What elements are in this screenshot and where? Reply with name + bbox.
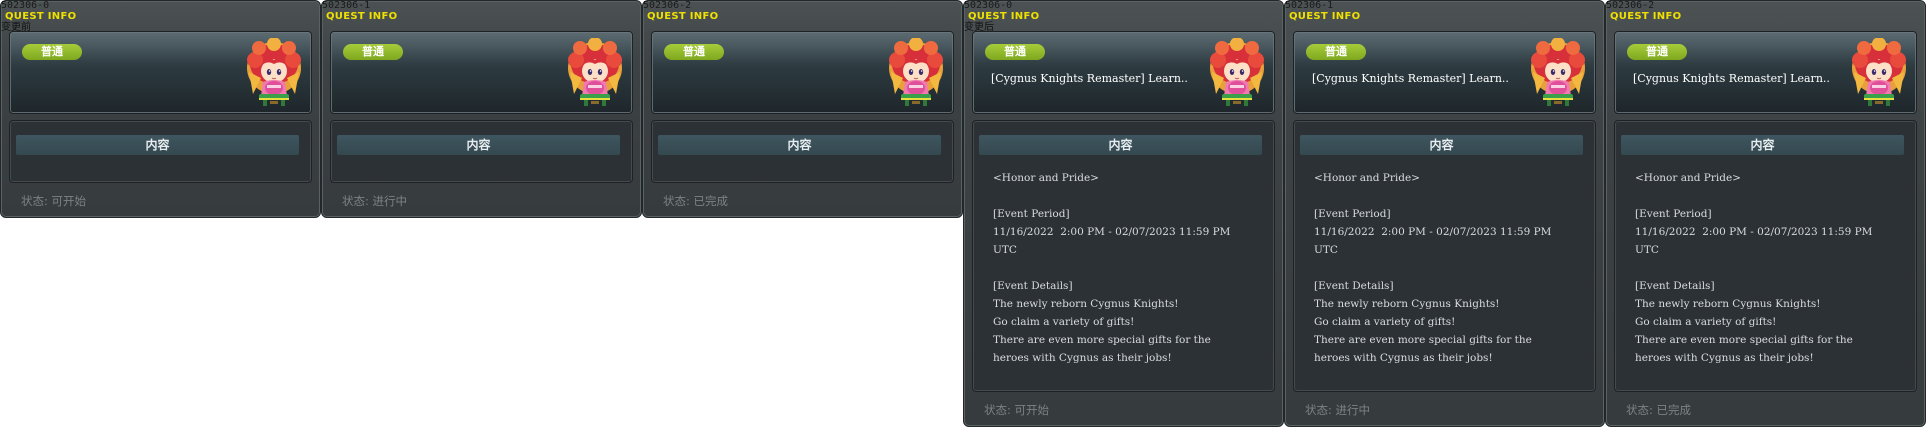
quest-header: 普通 [Cygnus Knights Remaster] Learn.. [972, 31, 1275, 114]
quest-status: 状态: 已完成 [1626, 402, 1691, 418]
npc-portrait-icon [887, 37, 945, 110]
content-section: 内容 [330, 120, 633, 183]
content-tab[interactable]: 内容 [1300, 135, 1583, 155]
content-section: 内容 <Honor and Pride> [Event Period] 11/1… [1293, 120, 1596, 392]
quest-id: 502306-2 [643, 0, 692, 11]
quest-status: 状态: 已完成 [663, 193, 728, 209]
quest-name: [Cygnus Knights Remaster] Learn.. [1312, 72, 1509, 85]
npc-portrait-icon [1208, 37, 1266, 110]
quest-status: 状态: 可开始 [984, 402, 1049, 418]
status-label: 状态: [663, 194, 690, 208]
quest-header: 普通 [Cygnus Knights Remaster] Learn.. [1614, 31, 1917, 114]
content-tab[interactable]: 内容 [337, 135, 620, 155]
quest-info-panel: 502306-0 QUEST INFO 变更后 普通 [Cygnus Knigh… [963, 0, 1284, 427]
status-value: 可开始 [51, 194, 87, 208]
difficulty-badge: 普通 [664, 44, 724, 60]
content-tab[interactable]: 内容 [16, 135, 299, 155]
difficulty-badge: 普通 [985, 44, 1045, 60]
quest-info-panel: 502306-2 QUEST INFO 普通 [Cygnus Knights R… [1605, 0, 1926, 427]
panel-title: QUEST INFO [1610, 11, 1682, 22]
npc-portrait-icon [1529, 37, 1587, 110]
quest-id: 502306-1 [322, 0, 371, 11]
status-label: 状态: [21, 194, 48, 208]
status-label: 状态: [342, 194, 369, 208]
status-value: 已完成 [693, 194, 729, 208]
quest-id: 502306-1 [1285, 0, 1334, 11]
panel-title: QUEST INFO [647, 11, 719, 22]
quest-status: 状态: 进行中 [342, 193, 407, 209]
content-tab[interactable]: 内容 [979, 135, 1262, 155]
content-section: 内容 [9, 120, 312, 183]
quest-id: 502306-0 [1, 0, 50, 11]
panel-title: QUEST INFO [1289, 11, 1361, 22]
difficulty-badge: 普通 [1306, 44, 1366, 60]
difficulty-badge: 普通 [1627, 44, 1687, 60]
content-section: 内容 <Honor and Pride> [Event Period] 11/1… [1614, 120, 1917, 392]
quest-description: <Honor and Pride> [Event Period] 11/16/2… [1314, 172, 1552, 364]
status-label: 状态: [1305, 403, 1332, 417]
status-label: 状态: [1626, 403, 1653, 417]
quest-name: [Cygnus Knights Remaster] Learn.. [1633, 72, 1830, 85]
quest-header: 普通 [Cygnus Knights Remaster] Learn.. [1293, 31, 1596, 114]
status-value: 进行中 [372, 194, 408, 208]
difficulty-badge: 普通 [22, 44, 82, 60]
difficulty-badge: 普通 [343, 44, 403, 60]
quest-info-panel: 502306-1 QUEST INFO 普通 [Cygnus Knights R… [1284, 0, 1605, 427]
quest-info-panel: 502306-0 QUEST INFO 变更前 普通 内容 状态: 可开始 [0, 0, 321, 218]
status-value: 可开始 [1014, 403, 1050, 417]
content-tab[interactable]: 内容 [1621, 135, 1904, 155]
quest-header: 普通 [651, 31, 954, 114]
quest-name: [Cygnus Knights Remaster] Learn.. [991, 72, 1188, 85]
status-label: 状态: [984, 403, 1011, 417]
status-value: 进行中 [1335, 403, 1371, 417]
quest-description: <Honor and Pride> [Event Period] 11/16/2… [993, 172, 1231, 364]
content-section: 内容 <Honor and Pride> [Event Period] 11/1… [972, 120, 1275, 392]
quest-info-panel: 502306-2 QUEST INFO 普通 内容 状态: 已完成 [642, 0, 963, 218]
panel-title: QUEST INFO [326, 11, 398, 22]
quest-header: 普通 [9, 31, 312, 114]
quest-status: 状态: 进行中 [1305, 402, 1370, 418]
quest-info-panel: 502306-1 QUEST INFO 普通 内容 状态: 进行中 [321, 0, 642, 218]
content-tab[interactable]: 内容 [658, 135, 941, 155]
npc-portrait-icon [245, 37, 303, 110]
npc-portrait-icon [566, 37, 624, 110]
npc-portrait-icon [1850, 37, 1908, 110]
status-value: 已完成 [1656, 403, 1692, 417]
quest-id: 502306-2 [1606, 0, 1655, 11]
quest-description: <Honor and Pride> [Event Period] 11/16/2… [1635, 172, 1873, 364]
content-section: 内容 [651, 120, 954, 183]
quest-header: 普通 [330, 31, 633, 114]
quest-id: 502306-0 [964, 0, 1013, 11]
quest-status: 状态: 可开始 [21, 193, 86, 209]
